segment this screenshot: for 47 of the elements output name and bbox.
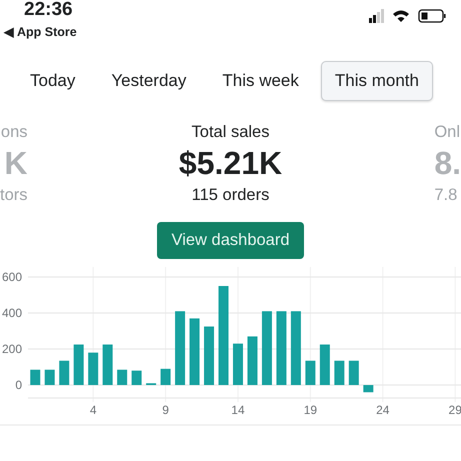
wifi-icon bbox=[393, 10, 409, 22]
sales-bar bbox=[247, 336, 258, 385]
view-dashboard-button[interactable]: View dashboard bbox=[157, 222, 304, 259]
stat-title: ons bbox=[0, 123, 28, 141]
sales-bar bbox=[102, 344, 113, 385]
y-axis-label: 600 bbox=[2, 270, 22, 284]
sales-bar bbox=[117, 369, 128, 385]
sales-bar bbox=[334, 360, 344, 385]
sales-bar bbox=[190, 318, 200, 385]
status-time: 22:36 bbox=[24, 0, 73, 19]
y-axis-label: 200 bbox=[2, 342, 22, 356]
stat-title: Total sales bbox=[192, 123, 270, 141]
x-axis-label: 9 bbox=[162, 402, 169, 417]
x-axis-label: 4 bbox=[90, 402, 96, 417]
period-tab[interactable]: Today bbox=[16, 61, 90, 101]
sales-bar bbox=[232, 343, 243, 385]
sales-bar bbox=[305, 360, 316, 385]
y-axis-label: 400 bbox=[2, 306, 22, 320]
sales-bar bbox=[44, 369, 55, 385]
sales-bar bbox=[348, 360, 359, 385]
back-link[interactable]: ◀ App Store bbox=[4, 23, 77, 42]
sales-bar bbox=[59, 360, 70, 385]
stat-value: 8. bbox=[434, 145, 461, 181]
sales-bar bbox=[88, 352, 98, 385]
stat-detail: tors bbox=[0, 186, 28, 204]
stat-detail: 7.8 bbox=[434, 186, 458, 204]
period-tab[interactable]: Yesterday bbox=[97, 61, 200, 101]
stat-value: K bbox=[4, 145, 28, 181]
period-tab[interactable]: This week bbox=[208, 61, 313, 101]
y-axis-label: 0 bbox=[15, 378, 22, 392]
stat-detail: 115 orders bbox=[192, 186, 270, 204]
sales-bar bbox=[160, 368, 171, 385]
stat-value: $5.21K bbox=[178, 145, 282, 181]
stat-title: Onl bbox=[434, 123, 460, 141]
sales-bar bbox=[320, 344, 330, 385]
x-axis-label: 24 bbox=[376, 402, 390, 417]
x-axis-label: 14 bbox=[231, 402, 245, 417]
sales-bar bbox=[146, 382, 156, 385]
x-axis-label: 19 bbox=[304, 402, 318, 417]
period-tab[interactable]: This month bbox=[320, 61, 433, 101]
sales-bar bbox=[132, 370, 142, 385]
battery-icon bbox=[418, 9, 446, 23]
signal-icon bbox=[369, 9, 384, 23]
sales-bar bbox=[30, 369, 40, 385]
x-axis-label: 29 bbox=[448, 402, 461, 417]
sales-bar bbox=[204, 326, 214, 385]
sales-bar bbox=[74, 344, 84, 385]
